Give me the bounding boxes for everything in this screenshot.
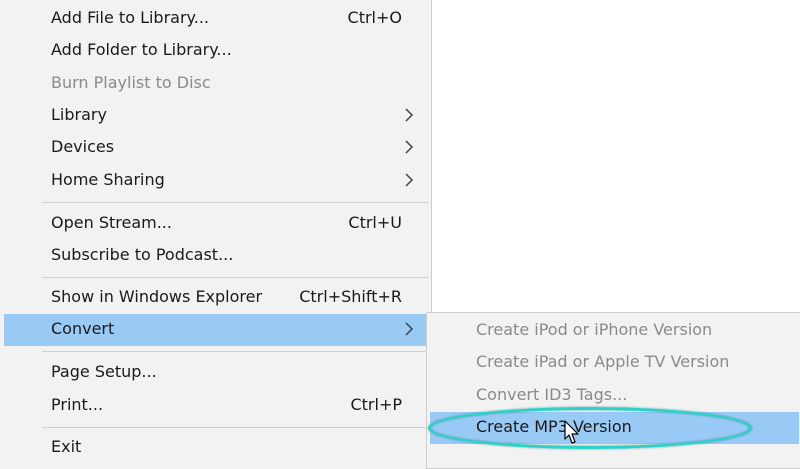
menu-separator [42,277,428,278]
chevron-right-icon [405,140,414,154]
menu-item-label: Convert [51,319,115,338]
chevron-right-icon [405,322,414,336]
menu-separator [42,351,428,352]
menu-item-label: Add Folder to Library... [51,40,232,59]
submenu-item-label: Convert ID3 Tags... [476,385,628,404]
submenu-item-create-ipad-version: Create iPad or Apple TV Version [427,347,799,379]
menu-item-label: Print... [51,395,104,414]
menu-item-page-setup[interactable]: Page Setup... [0,357,432,389]
menu-item-burn-playlist: Burn Playlist to Disc [0,68,432,100]
menu-separator [42,202,428,203]
menu-item-label: Add File to Library... [51,8,209,27]
menu-item-home-sharing[interactable]: Home Sharing [0,165,432,197]
menu-item-label: Page Setup... [51,362,157,381]
menu-item-devices[interactable]: Devices [0,132,432,164]
mouse-cursor-icon [564,420,579,444]
menu-item-open-stream[interactable]: Open Stream... Ctrl+U [0,208,432,240]
submenu-item-label: Create iPod or iPhone Version [476,320,713,339]
menu-item-label: Subscribe to Podcast... [51,245,234,264]
menu-item-show-in-explorer[interactable]: Show in Windows Explorer Ctrl+Shift+R [0,282,432,314]
menu-item-label: Exit [51,437,82,456]
highlight-ellipse [428,407,752,449]
menu-item-add-file[interactable]: Add File to Library... Ctrl+O [0,3,432,35]
menu-item-print[interactable]: Print... Ctrl+P [0,390,432,422]
menu-item-label: Home Sharing [51,170,165,189]
menu-item-label: Burn Playlist to Disc [51,73,211,92]
menu-item-convert[interactable]: Convert [4,314,428,346]
submenu-item-create-ipod-version: Create iPod or iPhone Version [427,315,799,347]
menu-separator [42,427,428,428]
menu-item-library[interactable]: Library [0,100,432,132]
menu-item-shortcut: Ctrl+U [348,213,402,232]
menu-item-add-folder[interactable]: Add Folder to Library... [0,35,432,67]
chevron-right-icon [405,108,414,122]
menu-item-label: Devices [51,137,115,156]
chevron-right-icon [405,173,414,187]
menu-item-shortcut: Ctrl+O [347,8,402,27]
file-menu: Add File to Library... Ctrl+O Add Folder… [0,0,432,469]
submenu-item-label: Create iPad or Apple TV Version [476,352,730,371]
menu-item-label: Open Stream... [51,213,172,232]
menu-item-label: Show in Windows Explorer [51,287,263,306]
menu-item-shortcut: Ctrl+P [350,395,402,414]
menu-item-shortcut: Ctrl+Shift+R [299,287,402,306]
menu-item-subscribe-podcast[interactable]: Subscribe to Podcast... [0,240,432,272]
menu-item-exit[interactable]: Exit [0,432,432,464]
menu-item-label: Library [51,105,107,124]
